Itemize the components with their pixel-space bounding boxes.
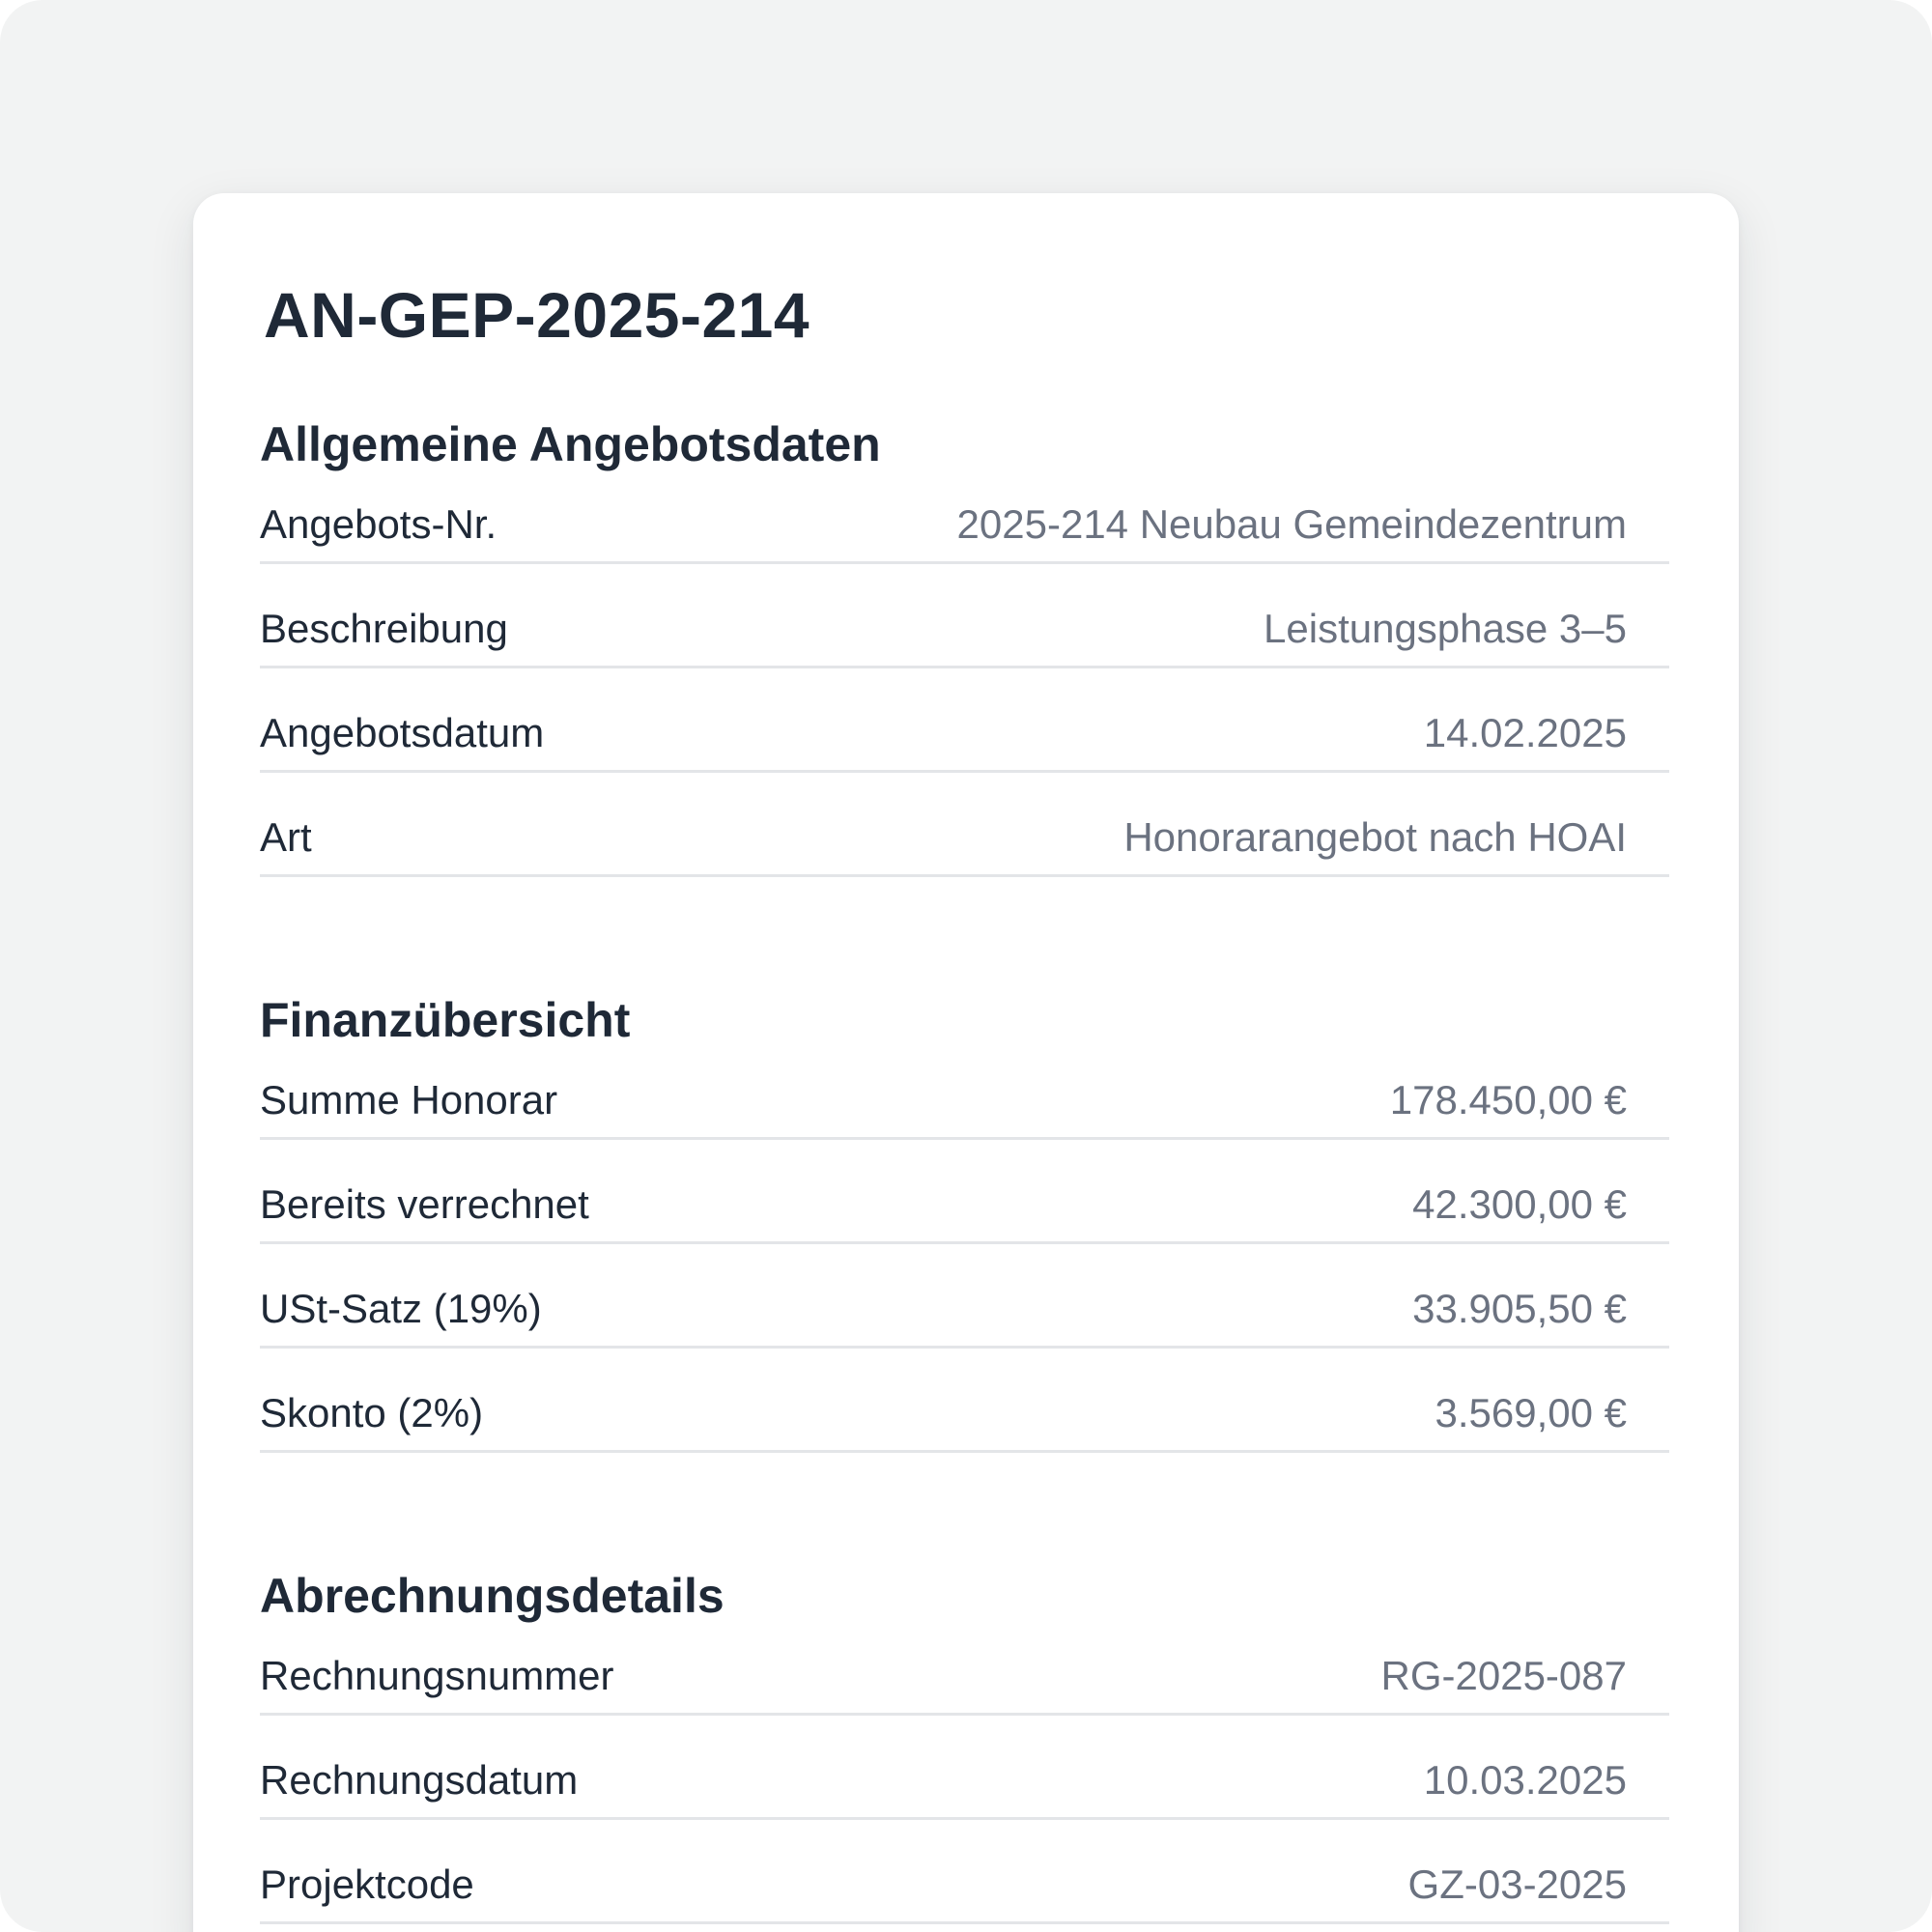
field-value: 178.450,00 €: [1389, 1077, 1627, 1122]
offer-detail-card: AN-GEP-2025-214 Allgemeine Angebotsdaten…: [193, 193, 1739, 1932]
field-value: 14.02.2025: [1423, 710, 1627, 755]
field-label: Angebotsdatum: [260, 710, 545, 755]
section-title: Finanzübersicht: [260, 993, 631, 1047]
field-row-offer-date: Angebotsdatum 14.02.2025: [260, 668, 1669, 773]
field-value: RG-2025-087: [1380, 1653, 1627, 1698]
section-billing-details: Abrechnungsdetails Rechnungsnummer RG-20…: [260, 1565, 1669, 1924]
field-row-discount: Skonto (2%) 3.569,00 €: [260, 1349, 1669, 1453]
field-label: Projektcode: [260, 1861, 474, 1907]
field-label: Beschreibung: [260, 606, 508, 651]
field-value: GZ-03-2025: [1407, 1861, 1627, 1907]
field-label: Angebots-Nr.: [260, 501, 497, 547]
field-label: USt-Satz (19%): [260, 1286, 542, 1331]
field-label: Rechnungsnummer: [260, 1653, 614, 1698]
section-title: Allgemeine Angebotsdaten: [260, 417, 881, 471]
field-row-invoice-date: Rechnungsdatum 10.03.2025: [260, 1716, 1669, 1820]
field-row-total-fee: Summe Honorar 178.450,00 €: [260, 1051, 1669, 1140]
field-row-type: Art Honorarangebot nach HOAI: [260, 773, 1669, 877]
field-row-invoice-number: Rechnungsnummer RG-2025-087: [260, 1627, 1669, 1716]
field-value: 10.03.2025: [1423, 1757, 1627, 1803]
field-value: 42.300,00 €: [1412, 1181, 1627, 1227]
field-value: 33.905,50 €: [1412, 1286, 1627, 1331]
section-general-offer-data: Allgemeine Angebotsdaten Angebots-Nr. 20…: [260, 413, 1669, 877]
field-label: Bereits verrechnet: [260, 1181, 589, 1227]
field-row-description: Beschreibung Leistungsphase 3–5: [260, 564, 1669, 668]
field-value: 3.569,00 €: [1435, 1390, 1627, 1435]
field-label: Rechnungsdatum: [260, 1757, 579, 1803]
field-value: Honorarangebot nach HOAI: [1123, 814, 1627, 860]
field-row-offer-number: Angebots-Nr. 2025-214 Neubau Gemeindezen…: [260, 475, 1669, 564]
field-row-vat: USt-Satz (19%) 33.905,50 €: [260, 1244, 1669, 1349]
field-label: Skonto (2%): [260, 1390, 484, 1435]
field-label: Summe Honorar: [260, 1077, 558, 1122]
field-row-project-code: Projektcode GZ-03-2025: [260, 1820, 1669, 1924]
section-title: Abrechnungsdetails: [260, 1569, 724, 1623]
app-screen: AN-GEP-2025-214 Allgemeine Angebotsdaten…: [0, 0, 1932, 1932]
field-label: Art: [260, 814, 312, 860]
field-row-already-billed: Bereits verrechnet 42.300,00 €: [260, 1140, 1669, 1244]
document-title: AN-GEP-2025-214: [264, 279, 810, 351]
field-value: Leistungsphase 3–5: [1264, 606, 1627, 651]
field-value: 2025-214 Neubau Gemeindezentrum: [956, 501, 1627, 547]
section-financial-overview: Finanzübersicht Summe Honorar 178.450,00…: [260, 989, 1669, 1453]
